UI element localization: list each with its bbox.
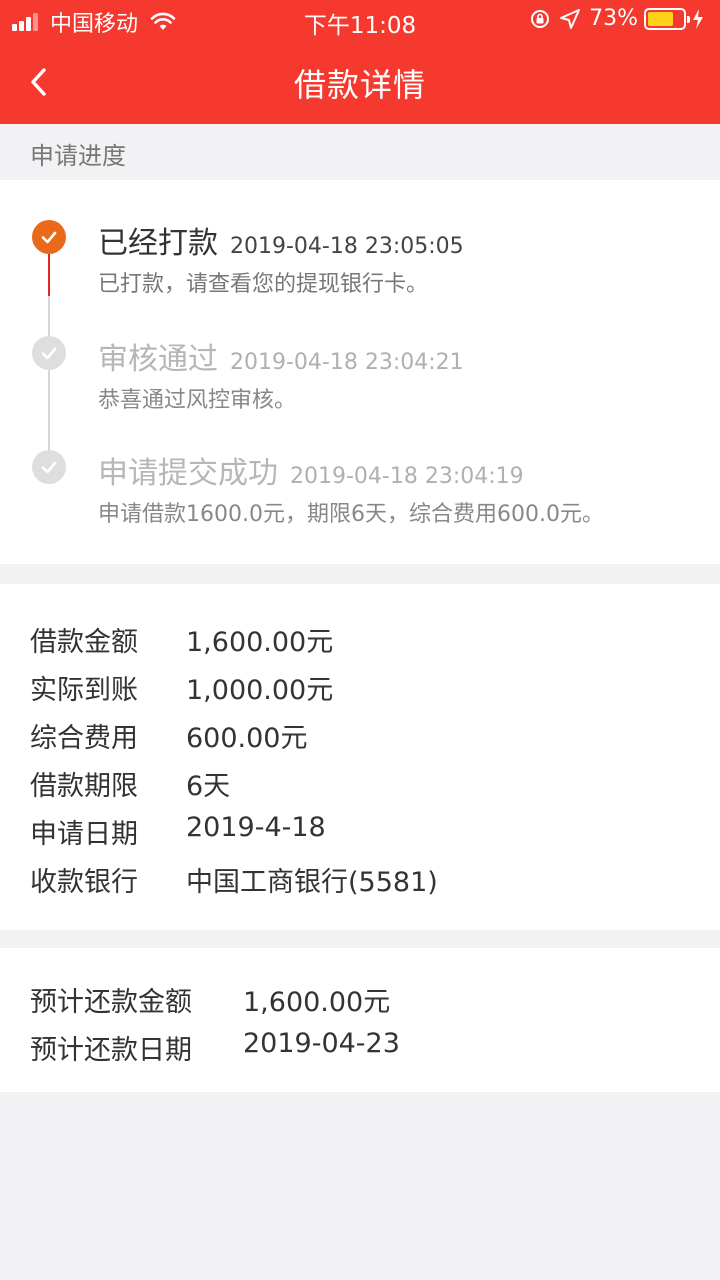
progress-timeline: 已经打款 2019-04-18 23:05:05 已打款，请查看您的提现银行卡。… [0, 180, 720, 564]
detail-label: 申请日期 [30, 819, 138, 850]
progress-section-label: 申请进度 [30, 142, 126, 170]
charging-icon [693, 8, 703, 29]
page-title: 借款详情 [293, 66, 426, 104]
location-icon [560, 8, 581, 29]
step-description: 申请借款1600.0元，期限6天，综合费用600.0元。 [98, 502, 604, 527]
timeline-connector [48, 370, 50, 450]
detail-value: 6天 [186, 771, 231, 802]
battery-level [648, 11, 673, 26]
step-timestamp: 2019-04-18 23:05:05 [230, 234, 464, 259]
loan-details: 借款金额 1,600.00元 实际到账 1,000.00元 综合费用 600.00元 … [0, 584, 720, 930]
detail-row: 实际到账 1,000.00元 [30, 668, 333, 707]
detail-value: 中国工商银行(5581) [186, 867, 438, 898]
check-circle-icon [32, 336, 66, 370]
timeline-connector [48, 250, 50, 296]
detail-value: 2019-4-18 [186, 812, 326, 843]
detail-value: 600.00元 [186, 723, 308, 754]
step-timestamp: 2019-04-18 23:04:21 [230, 350, 464, 375]
detail-label: 收款银行 [30, 867, 138, 898]
detail-label: 预计还款金额 [30, 987, 192, 1018]
step-name: 审核通过 [98, 342, 218, 377]
detail-label: 实际到账 [30, 675, 138, 706]
battery-percent: 73% [589, 6, 638, 31]
detail-row: 申请日期 2019-4-18 [30, 812, 326, 851]
battery-icon [644, 7, 690, 30]
step-name: 申请提交成功 [98, 456, 278, 491]
detail-row: 借款金额 1,600.00元 [30, 620, 333, 659]
check-circle-icon [32, 220, 66, 254]
detail-row: 综合费用 600.00元 [30, 716, 307, 755]
step-timestamp: 2019-04-18 23:04:19 [290, 464, 524, 489]
detail-row: 预计还款金额 1,600.00元 [30, 980, 390, 1019]
detail-value: 1,600.00元 [186, 627, 334, 658]
step-description: 恭喜通过风控审核。 [98, 388, 297, 413]
detail-label: 借款金额 [30, 627, 138, 658]
detail-row: 收款银行 中国工商银行(5581) [30, 860, 438, 899]
orientation-lock-icon [531, 9, 550, 28]
detail-value: 1,000.00元 [186, 675, 334, 706]
signal-icon [12, 13, 40, 31]
nav-bar: 借款详情 [0, 40, 720, 124]
detail-label: 预计还款日期 [30, 1035, 192, 1066]
repayment-details: 预计还款金额 1,600.00元 预计还款日期 2019-04-23 [0, 948, 720, 1092]
step-description: 已打款，请查看您的提现银行卡。 [98, 272, 429, 297]
carrier-name: 中国移动 [50, 12, 139, 37]
detail-row: 借款期限 6天 [30, 764, 230, 803]
detail-label: 借款期限 [30, 771, 138, 802]
detail-label: 综合费用 [30, 723, 138, 754]
timeline-connector [48, 296, 50, 336]
wifi-icon [150, 12, 176, 30]
back-icon[interactable] [22, 62, 62, 102]
detail-value: 1,600.00元 [243, 987, 391, 1018]
check-circle-icon [32, 450, 66, 484]
detail-value: 2019-04-23 [243, 1028, 400, 1059]
detail-row: 预计还款日期 2019-04-23 [30, 1028, 400, 1067]
status-bar: 中国移动 下午11:08 73% [0, 0, 720, 40]
step-name: 已经打款 [98, 226, 218, 261]
